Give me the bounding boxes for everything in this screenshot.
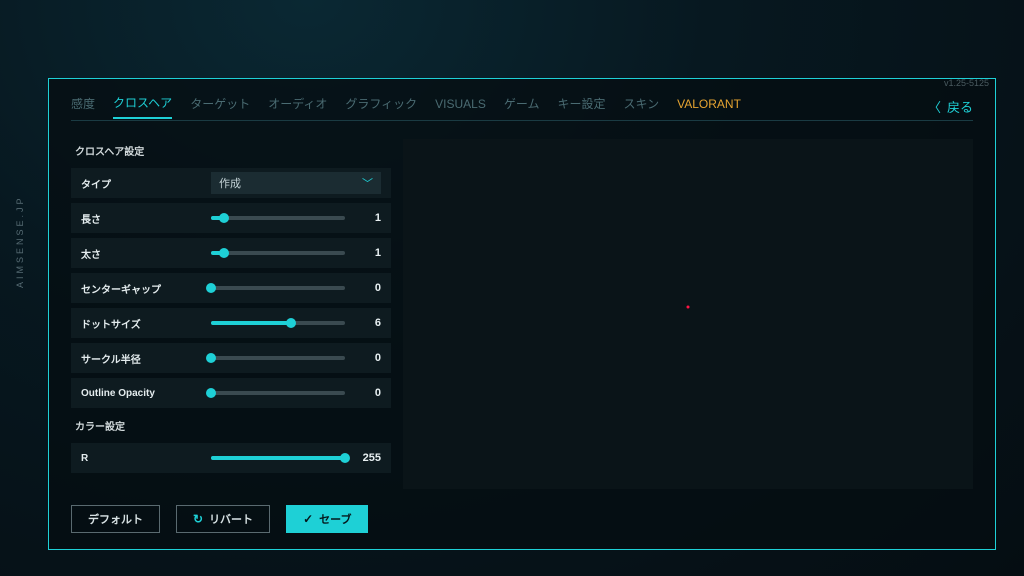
slider-row-4: サークル半径 0 [71, 343, 391, 373]
back-button[interactable]: 〈 戻る [928, 97, 973, 116]
tab-5[interactable]: VISUALS [435, 97, 486, 117]
crosshair-dot [687, 306, 690, 309]
revert-button[interactable]: ↻ リバート [176, 505, 270, 533]
type-label: タイプ [81, 176, 211, 191]
slider-label-0: 長さ [81, 211, 211, 226]
slider-fill [211, 456, 345, 460]
tab-7[interactable]: キー設定 [557, 95, 605, 118]
type-select-value: 作成 [219, 175, 241, 191]
slider-knob[interactable] [340, 453, 350, 463]
slider-label-2: センターギャップ [81, 281, 211, 296]
slider-slider-3[interactable]: 6 [211, 317, 381, 329]
tab-2[interactable]: ターゲット [190, 95, 250, 118]
color-slider-value-0: 255 [355, 452, 381, 464]
slider-knob[interactable] [206, 283, 216, 293]
type-row: タイプ 作成 ﹀ [71, 168, 391, 198]
save-button[interactable]: ✓ セーブ [286, 505, 368, 533]
slider-track [211, 321, 345, 325]
color-slider-slider-0[interactable]: 255 [211, 452, 381, 464]
slider-fill [211, 321, 291, 325]
slider-slider-2[interactable]: 0 [211, 282, 381, 294]
slider-slider-0[interactable]: 1 [211, 212, 381, 224]
slider-track [211, 216, 345, 220]
back-label: 戻る [947, 97, 973, 116]
slider-value-2: 0 [355, 282, 381, 294]
body-row: クロスヘア設定 タイプ 作成 ﹀ 長さ 1 太さ 1 センターギャップ 0 ドットサイズ 6 サ… [71, 139, 973, 489]
slider-slider-5[interactable]: 0 [211, 387, 381, 399]
slider-value-4: 0 [355, 352, 381, 364]
slider-row-5: Outline Opacity 0 [71, 378, 391, 408]
tab-6[interactable]: ゲーム [504, 95, 540, 118]
section-crosshair-title: クロスヘア設定 [75, 143, 391, 158]
slider-value-1: 1 [355, 247, 381, 259]
slider-slider-1[interactable]: 1 [211, 247, 381, 259]
chevron-left-icon: 〈 [928, 97, 941, 116]
slider-label-3: ドットサイズ [81, 316, 211, 331]
tab-bar: 感度クロスヘアターゲットオーディオグラフィック VISUALS ゲームキー設定スキン… [71, 93, 973, 121]
tab-9[interactable]: VALORANT [677, 97, 741, 117]
settings-column: クロスヘア設定 タイプ 作成 ﹀ 長さ 1 太さ 1 センターギャップ 0 ドットサイズ 6 サ… [71, 139, 391, 489]
slider-knob[interactable] [206, 388, 216, 398]
slider-track [211, 286, 345, 290]
section-color-title: カラー設定 [75, 418, 391, 433]
slider-knob[interactable] [219, 213, 229, 223]
tab-1[interactable]: クロスヘア [113, 94, 172, 119]
slider-row-3: ドットサイズ 6 [71, 308, 391, 338]
type-select[interactable]: 作成 ﹀ [211, 172, 381, 194]
button-row: デフォルト ↻ リバート ✓ セーブ [71, 505, 368, 533]
chevron-down-icon: ﹀ [362, 175, 373, 191]
slider-value-3: 6 [355, 317, 381, 329]
slider-value-5: 0 [355, 387, 381, 399]
revert-button-label: リバート [209, 511, 253, 527]
slider-slider-4[interactable]: 0 [211, 352, 381, 364]
slider-knob[interactable] [286, 318, 296, 328]
slider-knob[interactable] [206, 353, 216, 363]
slider-row-0: 長さ 1 [71, 203, 391, 233]
slider-label-5: Outline Opacity [81, 388, 211, 399]
refresh-icon: ↻ [193, 512, 203, 526]
version-label: v1.25-5125 [944, 78, 989, 88]
slider-value-0: 1 [355, 212, 381, 224]
slider-row-2: センターギャップ 0 [71, 273, 391, 303]
slider-row-1: 太さ 1 [71, 238, 391, 268]
watermark-text: AIMSENSE.JP [15, 195, 25, 288]
tab-0[interactable]: 感度 [71, 95, 95, 118]
slider-label-1: 太さ [81, 246, 211, 261]
save-button-label: セーブ [319, 511, 351, 527]
slider-track [211, 456, 345, 460]
slider-track [211, 356, 345, 360]
slider-track [211, 391, 345, 395]
crosshair-preview [403, 139, 973, 489]
color-slider-label-0: R [81, 453, 211, 464]
tab-4[interactable]: グラフィック [345, 95, 417, 118]
check-icon: ✓ [303, 512, 313, 526]
settings-panel: v1.25-5125 感度クロスヘアターゲットオーディオグラフィック VISUAL… [48, 78, 996, 550]
tab-8[interactable]: スキン [624, 95, 660, 118]
color-slider-row-0: R 255 [71, 443, 391, 473]
slider-track [211, 251, 345, 255]
default-button-label: デフォルト [88, 511, 143, 527]
tab-3[interactable]: オーディオ [268, 95, 327, 118]
slider-label-4: サークル半径 [81, 351, 211, 366]
default-button[interactable]: デフォルト [71, 505, 160, 533]
slider-knob[interactable] [219, 248, 229, 258]
